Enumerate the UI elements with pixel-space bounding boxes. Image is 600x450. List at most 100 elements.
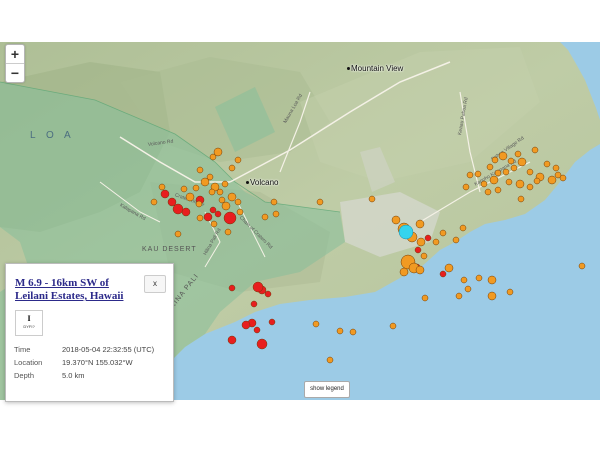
earthquake-marker[interactable] [252, 281, 264, 293]
earthquake-marker[interactable] [462, 183, 470, 191]
earthquake-marker[interactable] [391, 215, 401, 225]
earthquake-marker[interactable] [464, 285, 472, 293]
earthquake-marker[interactable] [514, 150, 522, 158]
show-legend-button[interactable]: show legend [304, 381, 350, 398]
earthquake-marker[interactable] [491, 156, 499, 164]
event-title-link[interactable]: M 6.9 - 16km SW of Leilani Estates, Hawa… [15, 277, 140, 303]
earthquake-marker[interactable] [552, 164, 560, 172]
dyfi-button[interactable]: I DYFI? [15, 310, 43, 336]
earthquake-marker[interactable] [326, 356, 334, 364]
earthquake-marker[interactable] [272, 210, 280, 218]
earthquake-marker[interactable] [533, 177, 541, 185]
earthquake-marker[interactable] [203, 212, 213, 222]
earthquake-marker[interactable] [460, 276, 468, 284]
earthquake-marker[interactable] [368, 195, 376, 203]
earthquake-marker[interactable] [526, 183, 534, 191]
earthquake-marker[interactable] [498, 151, 508, 161]
earthquake-marker[interactable] [526, 168, 534, 176]
earthquake-marker-selected[interactable] [398, 224, 414, 240]
earthquake-marker[interactable] [487, 291, 497, 301]
earthquake-marker[interactable] [196, 166, 204, 174]
earthquake-marker[interactable] [452, 236, 460, 244]
earthquake-marker[interactable] [185, 192, 195, 202]
earthquake-marker[interactable] [486, 163, 494, 171]
earthquake-marker[interactable] [547, 175, 557, 185]
earthquake-marker[interactable] [234, 156, 242, 164]
earthquake-marker[interactable] [349, 328, 357, 336]
earthquake-marker[interactable] [206, 173, 214, 181]
earthquake-marker[interactable] [517, 157, 527, 167]
earthquake-marker[interactable] [505, 178, 513, 186]
earthquake-marker[interactable] [221, 180, 229, 188]
earthquake-marker[interactable] [316, 198, 324, 206]
earthquake-marker[interactable] [416, 237, 426, 247]
earthquake-marker[interactable] [432, 238, 440, 246]
earthquake-marker[interactable] [228, 164, 236, 172]
earthquake-marker[interactable] [227, 192, 237, 202]
earthquake-marker[interactable] [484, 188, 492, 196]
earthquake-marker[interactable] [444, 263, 454, 273]
earthquake-marker[interactable] [502, 168, 510, 176]
earthquake-marker[interactable] [160, 189, 170, 199]
popup-close-button[interactable]: x [144, 275, 166, 293]
zoom-in-button[interactable]: + [6, 45, 24, 63]
earthquake-marker[interactable] [261, 213, 269, 221]
earthquake-marker[interactable] [489, 175, 499, 185]
earthquake-marker[interactable] [270, 198, 278, 206]
zoom-out-button[interactable]: − [6, 63, 24, 82]
earthquake-marker[interactable] [420, 252, 428, 260]
earthquake-marker[interactable] [475, 274, 483, 282]
earthquake-marker[interactable] [236, 208, 244, 216]
earthquake-marker[interactable] [510, 164, 518, 172]
earthquake-marker[interactable] [543, 160, 551, 168]
earthquake-marker[interactable] [399, 267, 409, 277]
earthquake-marker[interactable] [487, 275, 497, 285]
earthquake-marker[interactable] [218, 196, 226, 204]
earthquake-marker[interactable] [167, 197, 177, 207]
earthquake-marker[interactable] [507, 157, 515, 165]
earthquake-marker[interactable] [196, 214, 204, 222]
earthquake-marker[interactable] [181, 207, 191, 217]
earthquake-marker[interactable] [466, 171, 474, 179]
earthquake-marker[interactable] [227, 335, 237, 345]
earthquake-marker[interactable] [515, 179, 525, 189]
earthquake-marker[interactable] [439, 229, 447, 237]
earthquake-marker[interactable] [224, 228, 232, 236]
earthquake-marker[interactable] [180, 185, 188, 193]
earthquake-marker[interactable] [213, 147, 223, 157]
earthquake-marker[interactable] [474, 170, 482, 178]
earthquake-marker[interactable] [506, 288, 514, 296]
earthquake-marker[interactable] [250, 300, 258, 308]
earthquake-marker[interactable] [439, 270, 447, 278]
earthquake-marker[interactable] [256, 338, 268, 350]
earthquake-marker[interactable] [312, 320, 320, 328]
earthquake-marker[interactable] [214, 210, 222, 218]
earthquake-marker[interactable] [494, 169, 502, 177]
earthquake-marker[interactable] [241, 320, 251, 330]
earthquake-marker[interactable] [424, 234, 432, 242]
earthquake-marker[interactable] [208, 188, 216, 196]
earthquake-marker[interactable] [415, 219, 425, 229]
earthquake-marker[interactable] [192, 184, 200, 192]
earthquake-marker[interactable] [210, 220, 218, 228]
earthquake-marker[interactable] [228, 284, 236, 292]
earthquake-marker[interactable] [216, 188, 224, 196]
earthquake-marker[interactable] [480, 180, 488, 188]
earthquake-marker[interactable] [559, 174, 567, 182]
earthquake-marker[interactable] [158, 183, 166, 191]
earthquake-marker[interactable] [264, 290, 272, 298]
earthquake-marker[interactable] [336, 327, 344, 335]
earthquake-marker[interactable] [150, 198, 158, 206]
earthquake-marker[interactable] [415, 265, 425, 275]
earthquake-marker[interactable] [234, 198, 242, 206]
earthquake-marker[interactable] [174, 230, 182, 238]
earthquake-marker[interactable] [172, 203, 184, 215]
earthquake-marker[interactable] [414, 246, 422, 254]
earthquake-marker[interactable] [221, 201, 231, 211]
earthquake-marker[interactable] [209, 206, 217, 214]
earthquake-marker[interactable] [531, 146, 539, 154]
earthquake-marker[interactable] [578, 262, 586, 270]
earthquake-marker[interactable] [389, 322, 397, 330]
earthquake-marker[interactable] [459, 224, 467, 232]
earthquake-marker[interactable] [223, 211, 237, 225]
